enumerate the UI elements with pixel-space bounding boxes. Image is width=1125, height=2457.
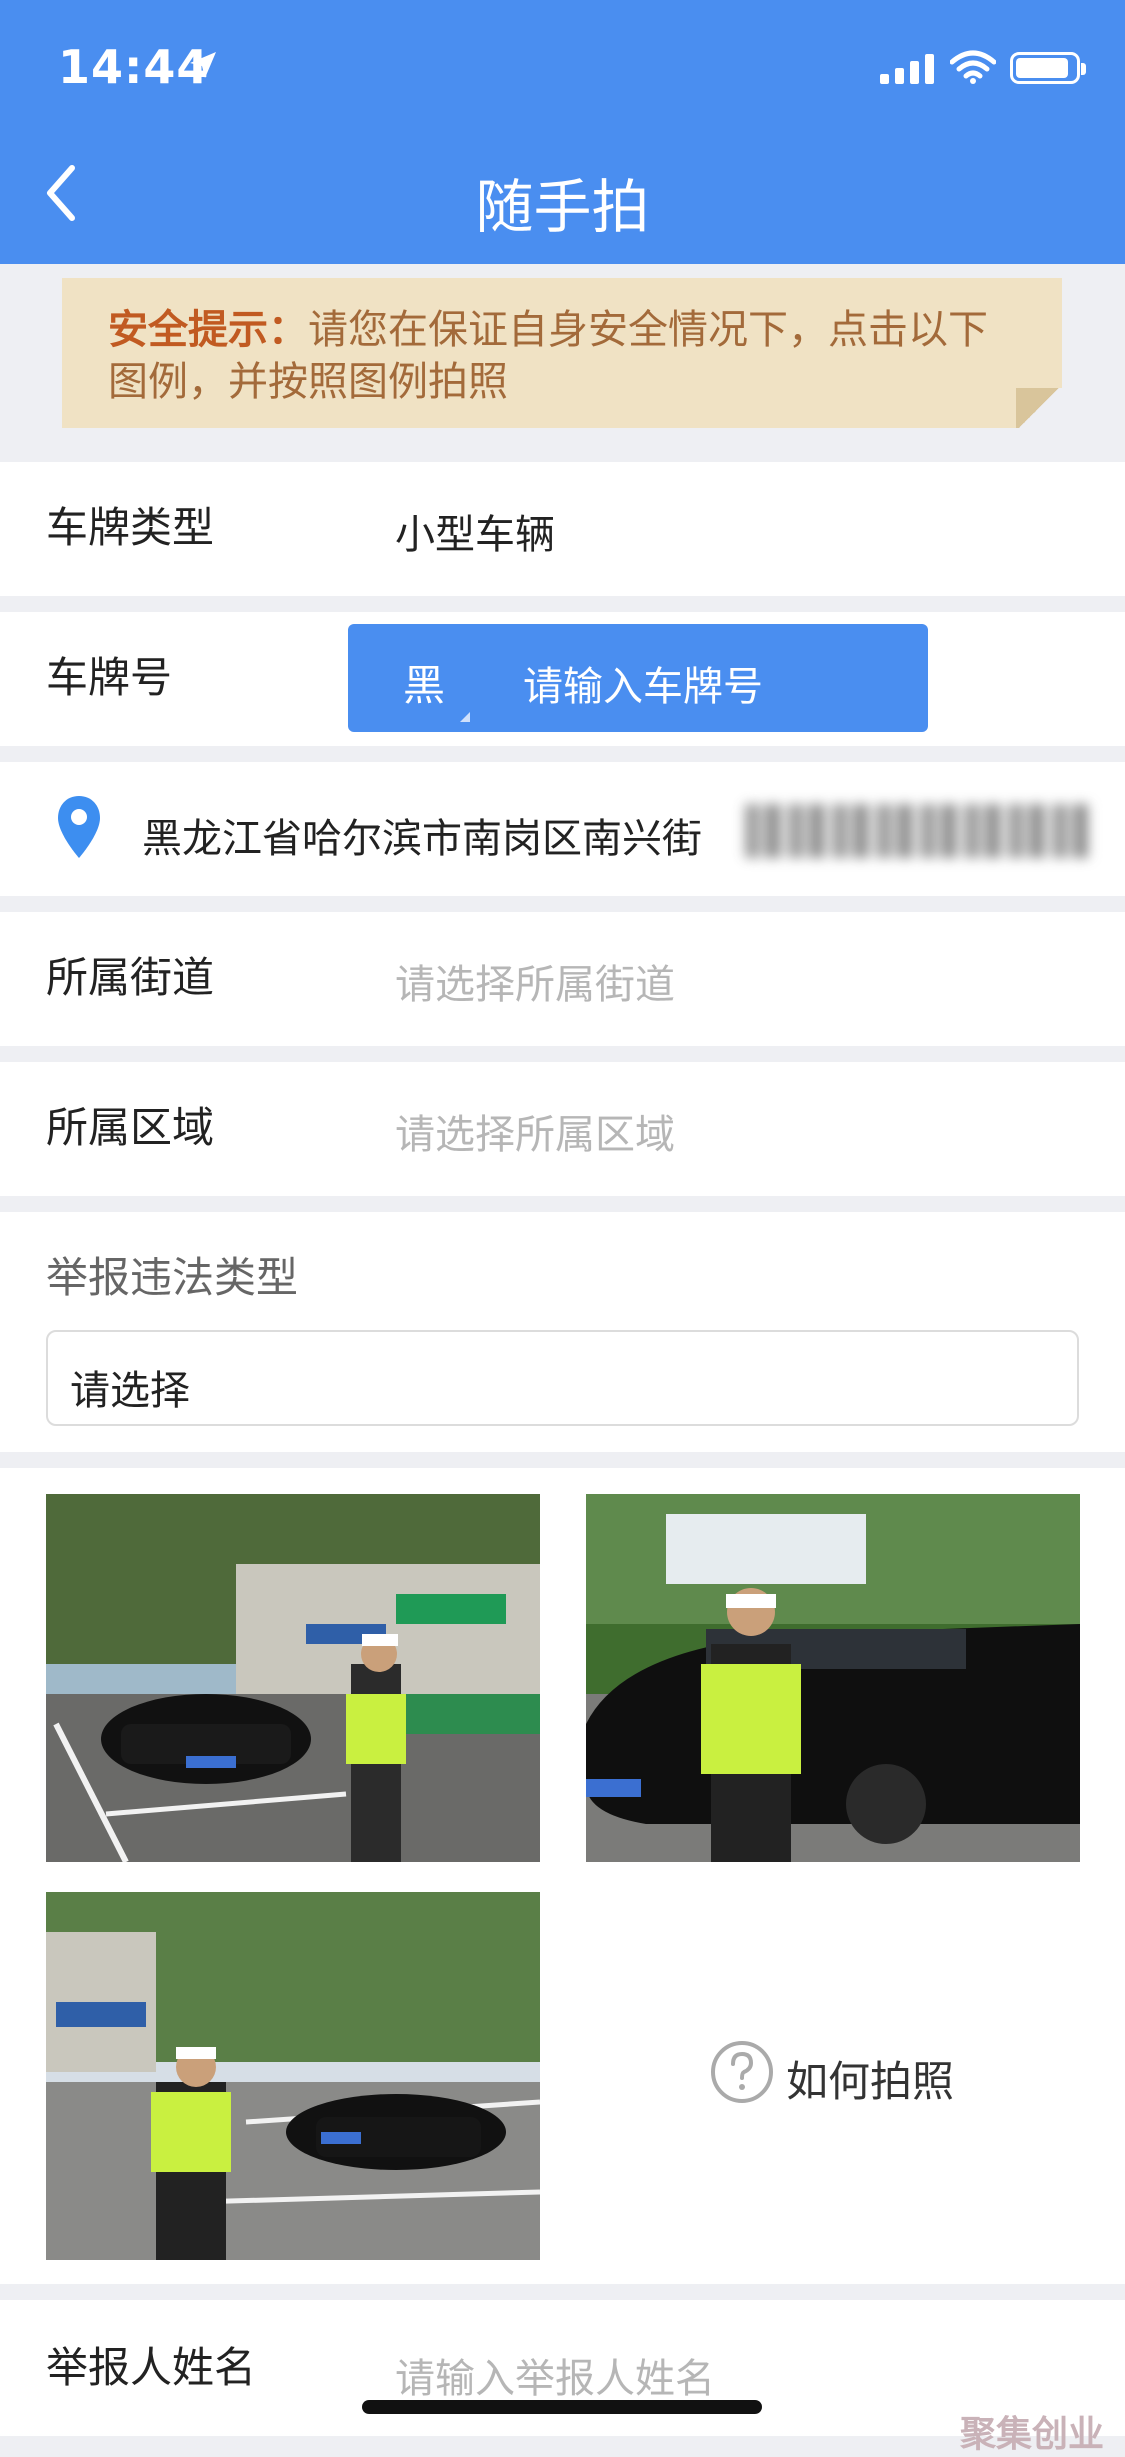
plate-number-label: 车牌号 <box>46 653 173 702</box>
question-circle-icon <box>711 2041 773 2103</box>
violation-type-select[interactable]: 请选择 <box>46 1330 1079 1426</box>
location-pin-icon <box>58 796 100 858</box>
page-fold-decoration <box>1016 388 1062 428</box>
location-row[interactable]: 黑龙江省哈尔滨市南岗区南兴街 <box>0 762 1125 896</box>
area-row[interactable]: 所属区域 请选择所属区域 <box>0 1062 1125 1196</box>
home-indicator <box>362 2400 762 2414</box>
example-photo-1[interactable] <box>46 1494 540 1862</box>
example-photo-3[interactable] <box>46 1892 540 2260</box>
area-label: 所属区域 <box>46 1103 215 1152</box>
street-row[interactable]: 所属街道 请选择所属街道 <box>0 912 1125 1046</box>
location-arrow-icon <box>190 52 216 78</box>
safety-notice: 安全提示：请您在保证自身安全情况下，点击以下图例，并按照图例拍照 <box>62 278 1062 428</box>
street-select[interactable]: 请选择所属街道 <box>395 952 675 1010</box>
battery-icon <box>1010 52 1086 84</box>
status-time: 14:44 <box>58 40 210 94</box>
violation-type-label: 举报违法类型 <box>46 1253 299 1302</box>
reporter-name-row: 举报人姓名 请输入举报人姓名 <box>0 2300 1125 2436</box>
dropdown-corner-icon <box>460 712 470 722</box>
plate-number-box: 黑 请输入车牌号 <box>348 624 928 732</box>
plate-number-input[interactable]: 请输入车牌号 <box>523 654 763 712</box>
plate-province-select[interactable]: 黑 <box>403 652 445 713</box>
reporter-name-label: 举报人姓名 <box>46 2343 257 2392</box>
violation-type-value: 请选择 <box>70 1368 190 1414</box>
app-header: 14:44 随手拍 <box>0 0 1125 264</box>
watermark: 聚集创业 <box>960 2414 1105 2455</box>
violation-type-section: 举报违法类型 请选择 <box>0 1212 1125 1452</box>
cellular-signal-icon <box>880 54 934 84</box>
how-to-photo-label: 如何拍照 <box>786 2057 955 2106</box>
area-select[interactable]: 请选择所属区域 <box>395 1102 675 1160</box>
plate-number-row: 车牌号 黑 请输入车牌号 <box>0 612 1125 746</box>
location-address: 黑龙江省哈尔滨市南岗区南兴街 <box>142 816 702 862</box>
street-label: 所属街道 <box>46 953 215 1002</box>
plate-type-label: 车牌类型 <box>46 503 215 552</box>
reporter-name-input[interactable]: 请输入举报人姓名 <box>395 2346 715 2404</box>
safety-notice-lead: 安全提示： <box>108 307 308 353</box>
plate-type-row[interactable]: 车牌类型 小型车辆 <box>0 462 1125 596</box>
plate-type-value[interactable]: 小型车辆 <box>395 502 555 560</box>
blurred-address-detail <box>745 804 1090 858</box>
wifi-icon <box>950 50 996 84</box>
example-photo-2[interactable] <box>586 1494 1080 1862</box>
page-title: 随手拍 <box>475 173 650 241</box>
